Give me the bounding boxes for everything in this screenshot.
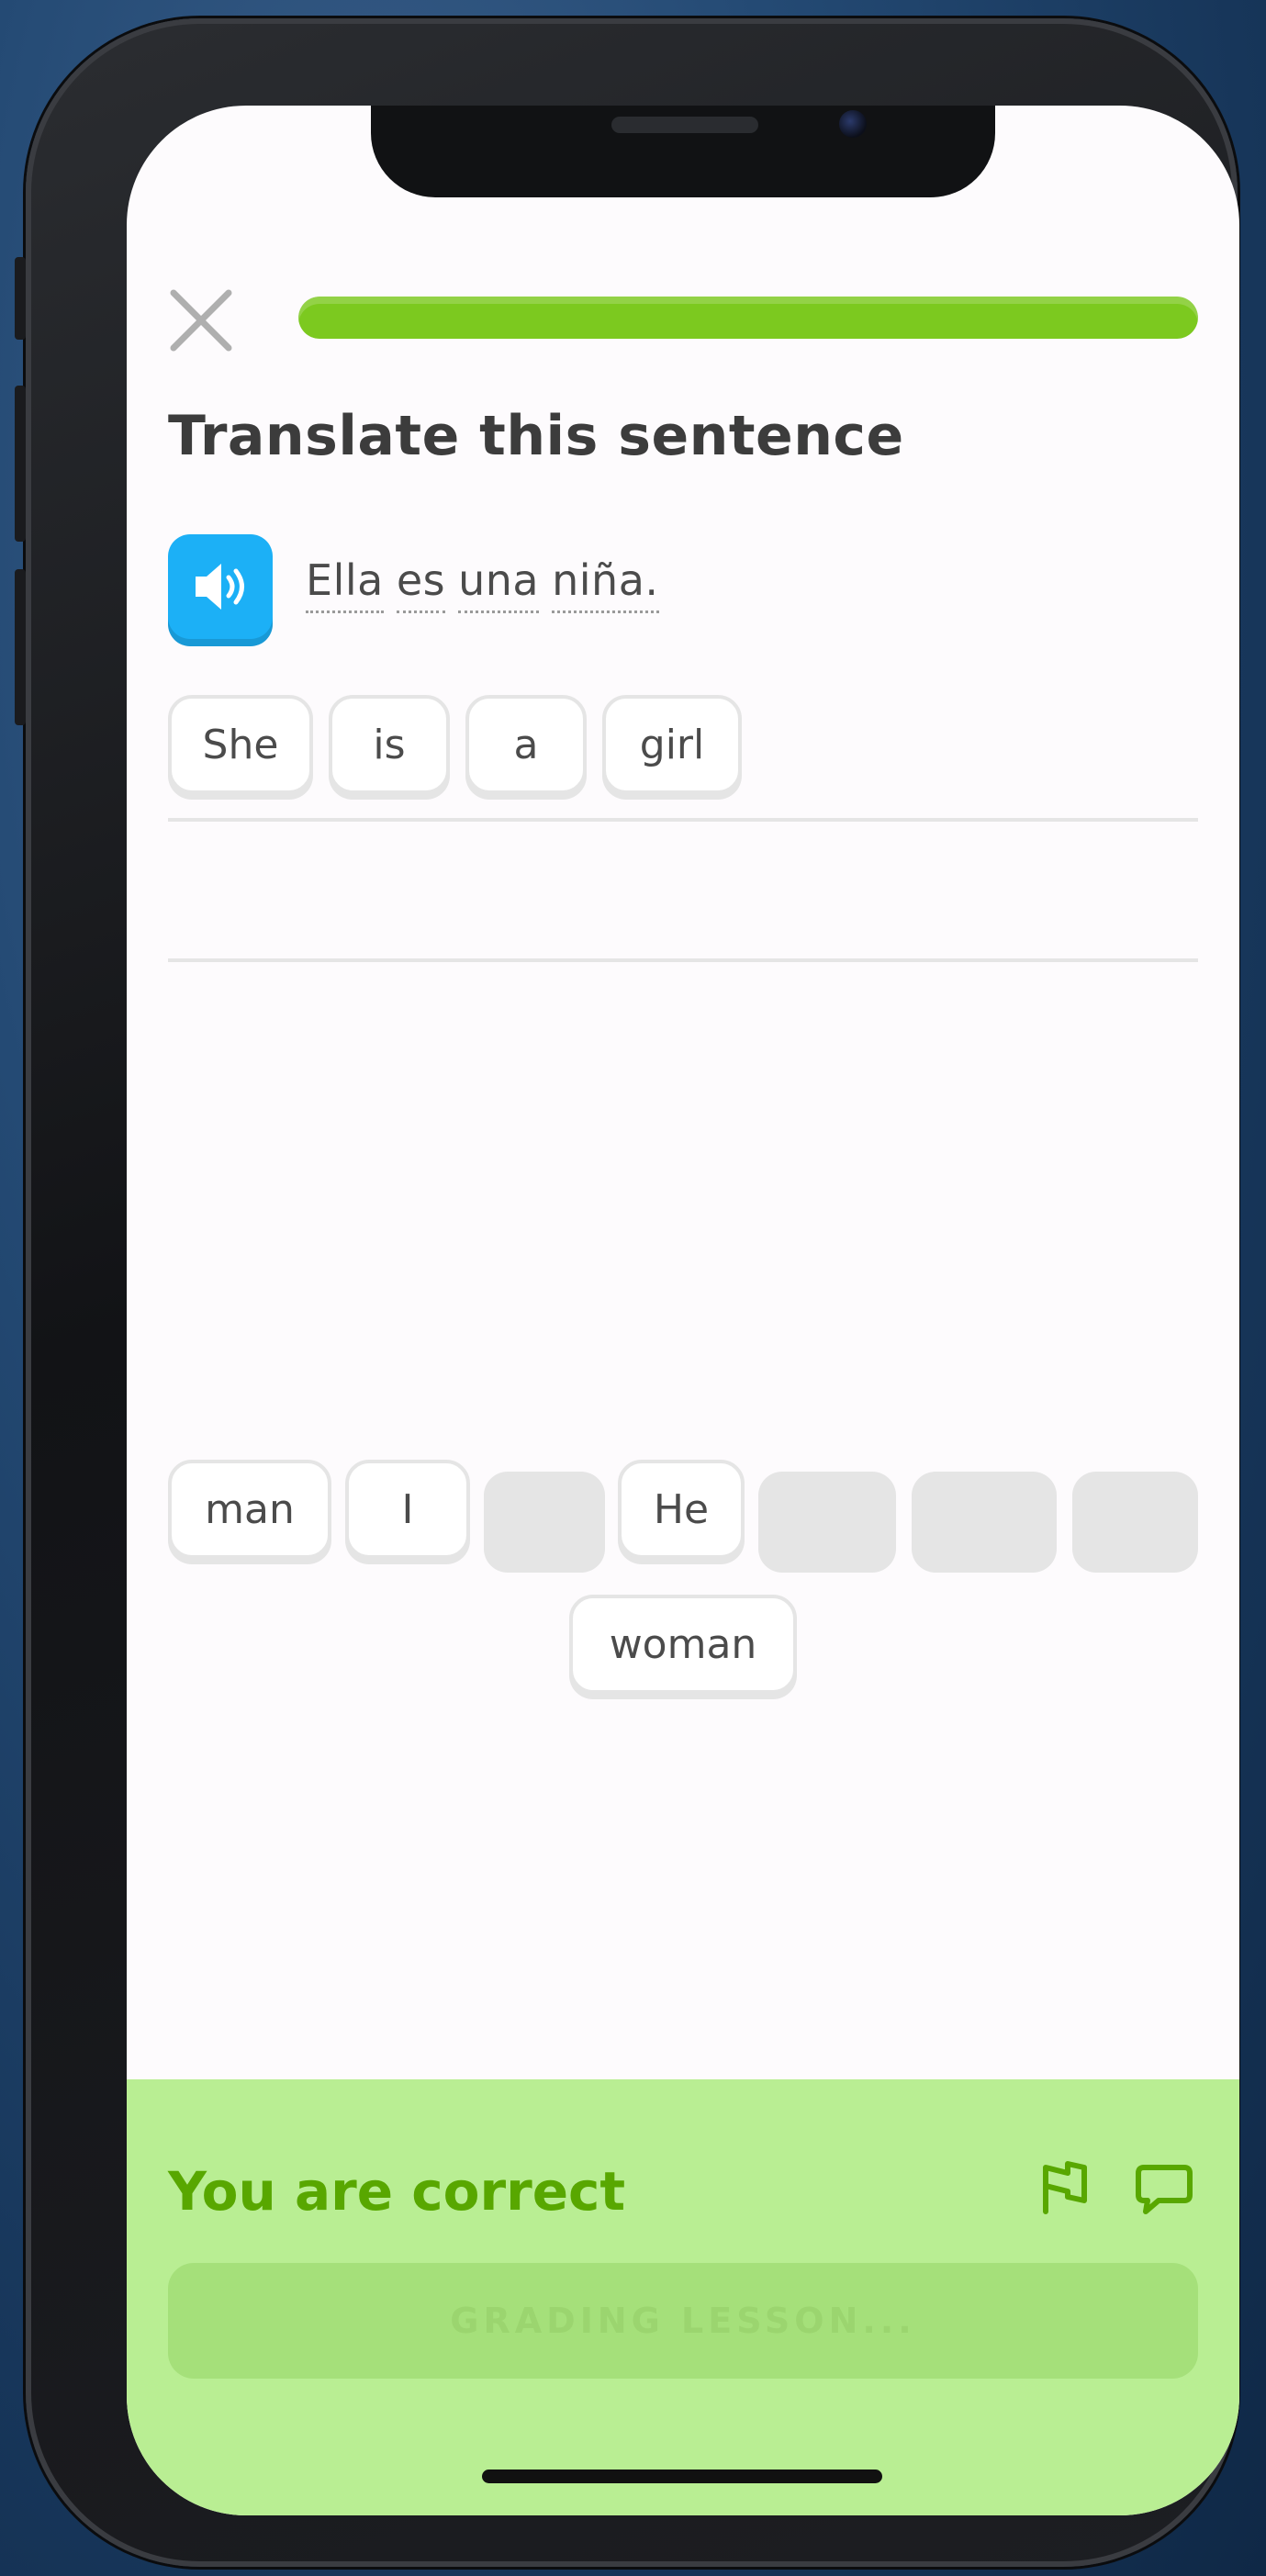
comment-icon[interactable] — [1131, 2155, 1197, 2221]
front-camera — [839, 110, 867, 138]
answer-word-chip[interactable]: a — [465, 695, 587, 794]
answer-word-chip[interactable]: She — [168, 695, 313, 794]
prompt-word[interactable]: niña. — [552, 555, 659, 613]
side-button — [15, 569, 26, 725]
word-bank-chip[interactable]: He — [618, 1460, 745, 1559]
word-bank-chip[interactable]: man — [168, 1460, 331, 1559]
prompt-word[interactable]: una — [458, 555, 540, 613]
side-button — [15, 386, 26, 542]
answer-word-chip[interactable]: girl — [602, 695, 742, 794]
earpiece-speaker — [611, 117, 758, 133]
prompt-word[interactable]: Ella — [306, 555, 384, 613]
lesson-progress-bar — [298, 297, 1198, 339]
word-bank-slot-empty — [758, 1472, 896, 1573]
progress-fill — [298, 297, 1198, 339]
side-button — [15, 257, 26, 340]
notch — [371, 106, 995, 197]
answer-line-2 — [168, 958, 1198, 962]
phone-frame: Translate this sentence Ella es una niña. S… — [15, 18, 1239, 2567]
prompt-word[interactable]: es — [396, 555, 446, 613]
flag-icon[interactable] — [1031, 2155, 1097, 2221]
speaker-icon — [196, 564, 244, 610]
word-bank-slot-empty — [912, 1472, 1057, 1573]
answer-line-1 — [168, 818, 1198, 822]
grading-lesson-button[interactable]: GRADING LESSON... — [168, 2263, 1198, 2379]
feedback-panel: You are correct GRADING LESSON... — [127, 2079, 1239, 2515]
word-bank-slot-empty — [484, 1472, 605, 1573]
exercise-title: Translate this sentence — [168, 404, 904, 468]
word-bank-chip[interactable]: I — [345, 1460, 470, 1559]
word-bank-chip[interactable]: woman — [569, 1595, 797, 1694]
home-indicator[interactable] — [482, 2470, 882, 2483]
feedback-message: You are correct — [168, 2160, 626, 2223]
prompt-sentence: Ella es una niña. — [306, 555, 672, 613]
close-icon[interactable] — [168, 287, 234, 353]
audio-button[interactable] — [168, 534, 273, 639]
answer-word-chip[interactable]: is — [329, 695, 450, 794]
word-bank-slot-empty — [1072, 1472, 1198, 1573]
app-screen: Translate this sentence Ella es una niña. S… — [127, 106, 1239, 2515]
